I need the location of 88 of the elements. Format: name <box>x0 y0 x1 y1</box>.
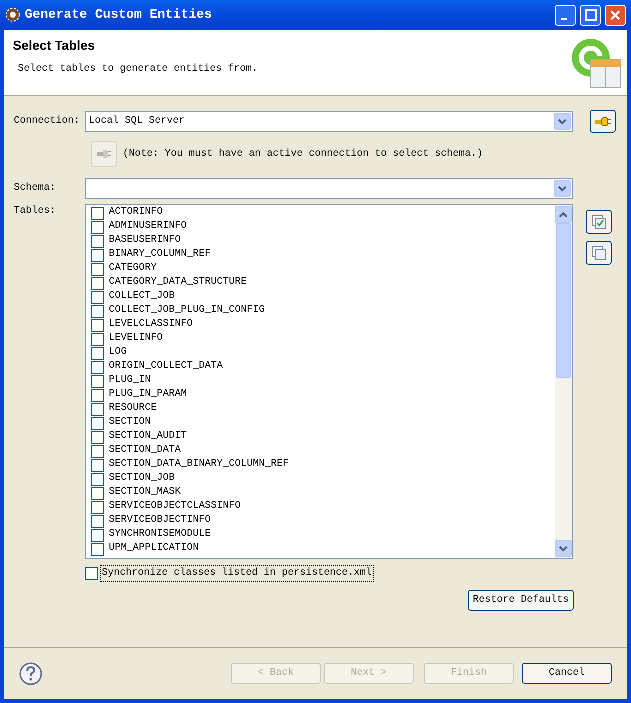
table-name[interactable]: SECTION_DATA <box>109 445 182 457</box>
chevron-down-icon <box>558 118 567 124</box>
scrollbar-thumb[interactable] <box>556 223 571 378</box>
table-name[interactable]: COLLECT_JOB <box>109 291 176 303</box>
table-checkbox[interactable] <box>91 402 104 416</box>
scroll-up-button[interactable] <box>555 206 572 223</box>
deselect-all-icon <box>591 245 607 261</box>
restore-defaults-button[interactable]: Restore Defaults <box>468 590 574 611</box>
table-name[interactable]: SERVICEOBJECTINFO <box>109 515 212 527</box>
connection-dropdown[interactable]: Local SQL Server <box>85 111 573 132</box>
table-checkbox[interactable] <box>91 318 104 332</box>
plug-icon <box>96 148 112 160</box>
table-checkbox[interactable] <box>91 234 104 248</box>
table-checkbox[interactable] <box>91 346 104 360</box>
table-checkbox[interactable] <box>91 416 104 430</box>
table-checkbox[interactable] <box>91 304 104 318</box>
schema-dropdown[interactable] <box>85 178 573 199</box>
table-name[interactable]: BASEUSERINFO <box>109 235 182 247</box>
table-checkbox[interactable] <box>91 542 104 556</box>
table-checkbox[interactable] <box>91 374 104 388</box>
chevron-down-icon <box>558 186 567 192</box>
table-name[interactable]: COLLECT_JOB_PLUG_IN_CONFIG <box>109 305 266 317</box>
maximize-icon <box>584 9 596 21</box>
table-name[interactable]: LEVELCLASSINFO <box>109 319 194 331</box>
connection-label: Connection: <box>14 114 82 129</box>
table-checkbox[interactable] <box>91 332 104 346</box>
table-checkbox[interactable] <box>91 388 104 402</box>
gear-icon <box>5 7 21 23</box>
maximize-button[interactable] <box>580 4 601 26</box>
sync-label[interactable]: Synchronize classes listed in persistence.xml <box>100 565 374 582</box>
table-checkbox[interactable] <box>91 514 104 528</box>
dropdown-button[interactable] <box>554 113 571 130</box>
scrollbar[interactable] <box>555 205 572 558</box>
table-name[interactable]: SECTION_JOB <box>109 473 176 485</box>
table-name[interactable]: ADMINUSERINFO <box>109 221 188 233</box>
table-checkbox[interactable] <box>91 486 104 500</box>
deselect-all-button[interactable] <box>586 241 612 265</box>
chevron-up-icon <box>559 212 568 218</box>
table-checkbox[interactable] <box>91 458 104 472</box>
table-name[interactable]: ORIGIN_COLLECT_DATA <box>109 361 224 373</box>
page-title: Select Tables <box>13 37 96 55</box>
table-checkbox[interactable] <box>91 472 104 486</box>
plug-icon <box>594 116 612 128</box>
table-checkbox[interactable] <box>91 500 104 514</box>
table-name[interactable]: PLUG_IN <box>109 375 152 387</box>
table-name[interactable]: SECTION_DATA_BINARY_COLUMN_REF <box>109 459 290 471</box>
window-title: Generate Custom Entities <box>25 6 212 24</box>
table-checkbox[interactable] <box>91 206 104 220</box>
table-name[interactable]: SECTION_AUDIT <box>109 431 188 443</box>
table-name[interactable]: SYNCHRONISEMODULE <box>109 529 212 541</box>
dropdown-button[interactable] <box>555 540 572 557</box>
page-description: Select tables to generate entities from. <box>17 62 260 76</box>
connection-note: (Note: You must have an active connection to select schema.) <box>123 148 484 162</box>
select-all-button[interactable] <box>586 210 612 234</box>
add-connection-button[interactable] <box>590 110 616 133</box>
table-name[interactable]: CATEGORY_DATA_STRUCTURE <box>109 277 248 289</box>
table-checkbox[interactable] <box>91 276 104 290</box>
dropdown-button[interactable] <box>554 180 571 197</box>
table-name[interactable]: SECTION <box>109 417 152 429</box>
table-name[interactable]: UPM_APPLICATION <box>109 543 200 555</box>
chevron-down-icon <box>559 546 568 552</box>
close-icon <box>610 10 621 20</box>
table-name[interactable]: SERVICEOBJECTCLASSINFO <box>109 501 242 513</box>
minimize-button[interactable] <box>555 4 576 26</box>
table-name[interactable]: LEVELINFO <box>109 333 164 345</box>
table-name[interactable]: ACTORINFO <box>109 207 164 219</box>
close-button[interactable] <box>605 4 626 26</box>
table-name[interactable]: SECTION_MASK <box>109 487 182 499</box>
table-name[interactable]: CATEGORY <box>109 263 158 275</box>
table-name[interactable]: LOG <box>109 347 128 359</box>
table-checkbox[interactable] <box>91 360 104 374</box>
table-name[interactable]: BINARY_COLUMN_REF <box>109 249 212 261</box>
table-checkbox[interactable] <box>91 430 104 444</box>
table-checkbox[interactable] <box>91 248 104 262</box>
table-checkbox[interactable] <box>91 290 104 304</box>
table-checkbox[interactable] <box>91 262 104 276</box>
select-all-icon <box>591 214 607 230</box>
help-icon[interactable] <box>19 662 43 686</box>
table-name[interactable]: RESOURCE <box>109 403 158 415</box>
table-name[interactable]: PLUG_IN_PARAM <box>109 389 188 401</box>
wizard-button[interactable]: Cancel <box>522 663 612 684</box>
schema-label: Schema: <box>14 182 58 196</box>
minimize-icon <box>560 18 566 20</box>
table-checkbox[interactable] <box>91 220 104 234</box>
sync-checkbox[interactable] <box>85 567 98 580</box>
tables-label: Tables: <box>14 204 58 219</box>
table-checkbox[interactable] <box>91 444 104 458</box>
table-checkbox[interactable] <box>91 528 104 542</box>
